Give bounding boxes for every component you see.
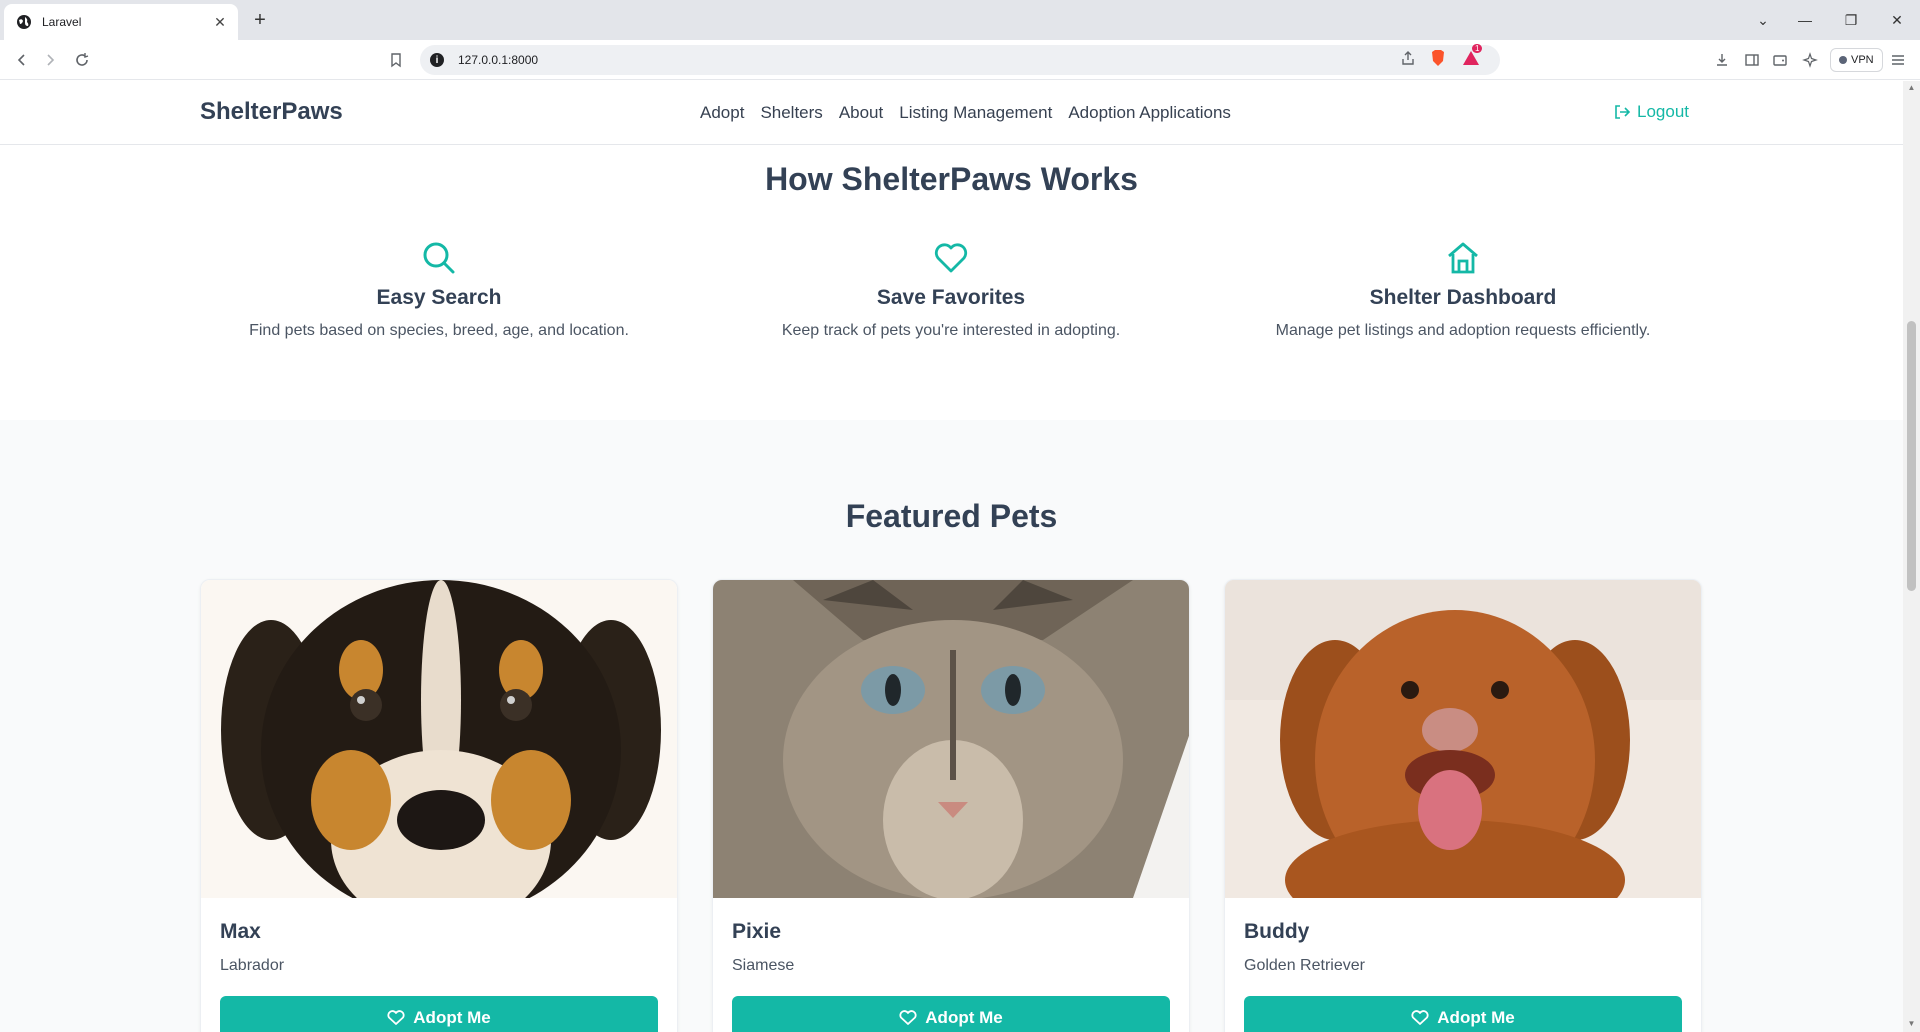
browser-toolbar: i 127.0.0.1:8000 1 VPN bbox=[0, 40, 1920, 80]
logout-icon bbox=[1615, 105, 1631, 119]
reload-icon[interactable] bbox=[70, 48, 94, 72]
adopt-me-label: Adopt Me bbox=[413, 1008, 491, 1027]
pet-breed: Labrador bbox=[220, 957, 285, 974]
logout-button[interactable]: Logout bbox=[1613, 102, 1689, 122]
back-icon[interactable] bbox=[10, 48, 34, 72]
nav-link-about[interactable]: About bbox=[839, 103, 883, 123]
pet-name: Buddy bbox=[1244, 920, 1310, 943]
leo-ai-icon[interactable] bbox=[1798, 48, 1822, 72]
heart-icon bbox=[899, 1010, 917, 1025]
feature-title: Save Favorites bbox=[876, 286, 1026, 309]
home-icon bbox=[1448, 242, 1478, 274]
nav-link-listing-management[interactable]: Listing Management bbox=[899, 103, 1052, 123]
site-navbar: ShelterPaws Adopt Shelters About Listing… bbox=[0, 81, 1903, 145]
vpn-label: VPN bbox=[1851, 54, 1874, 66]
nav-link-adopt[interactable]: Adopt bbox=[700, 103, 744, 123]
heart-icon bbox=[934, 243, 968, 273]
featured-pets-title: Featured Pets bbox=[845, 498, 1058, 534]
how-it-works-title: How ShelterPaws Works bbox=[765, 161, 1138, 197]
feature-title: Easy Search bbox=[376, 286, 502, 309]
tab-close-icon[interactable]: ✕ bbox=[212, 14, 228, 30]
url-text: 127.0.0.1:8000 bbox=[458, 53, 539, 67]
scrollbar-thumb[interactable] bbox=[1907, 321, 1916, 591]
globe-icon bbox=[17, 15, 31, 29]
tab-search-chevron-icon[interactable]: ⌄ bbox=[1740, 0, 1786, 40]
feature-shelter-dashboard: Shelter Dashboard Manage pet listings an… bbox=[1208, 239, 1718, 340]
vpn-status-icon bbox=[1839, 56, 1847, 64]
bookmark-icon[interactable] bbox=[384, 48, 408, 72]
featured-pets-section: Featured Pets Max Labrador Adopt Me Pixi… bbox=[0, 420, 1903, 1032]
pet-photo-buddy[interactable] bbox=[1225, 580, 1701, 898]
feature-title: Shelter Dashboard bbox=[1369, 286, 1557, 309]
pet-name: Max bbox=[220, 920, 261, 943]
page-viewport: ShelterPaws Adopt Shelters About Listing… bbox=[0, 81, 1903, 1032]
download-icon[interactable] bbox=[1710, 48, 1734, 72]
new-tab-button[interactable]: + bbox=[248, 8, 272, 32]
vpn-button[interactable]: VPN bbox=[1830, 48, 1883, 72]
menu-icon[interactable] bbox=[1886, 48, 1910, 72]
forward-icon[interactable] bbox=[38, 48, 62, 72]
adopt-me-button[interactable]: Adopt Me bbox=[220, 996, 658, 1032]
feature-description: Find pets based on species, breed, age, … bbox=[249, 322, 629, 339]
feature-easy-search: Easy Search Find pets based on species, … bbox=[184, 239, 694, 340]
pet-card[interactable]: Pixie Siamese Adopt Me bbox=[712, 579, 1190, 1032]
adopt-me-button[interactable]: Adopt Me bbox=[1244, 996, 1682, 1032]
pet-card[interactable]: Max Labrador Adopt Me bbox=[200, 579, 678, 1032]
nav-link-adoption-applications[interactable]: Adoption Applications bbox=[1068, 103, 1231, 123]
heart-icon bbox=[387, 1010, 405, 1025]
page-scrollbar[interactable]: ▲ ▼ bbox=[1903, 81, 1920, 1032]
adopt-me-label: Adopt Me bbox=[1437, 1008, 1515, 1027]
pet-breed: Siamese bbox=[732, 957, 795, 974]
adopt-me-label: Adopt Me bbox=[925, 1008, 1003, 1027]
browser-tab[interactable]: Laravel ✕ bbox=[4, 4, 238, 40]
logout-label: Logout bbox=[1637, 102, 1689, 121]
nav-links: Adopt Shelters About Listing Management … bbox=[700, 103, 1231, 123]
nav-link-shelters[interactable]: Shelters bbox=[760, 103, 822, 123]
minimize-button[interactable]: — bbox=[1782, 0, 1828, 40]
pet-breed: Golden Retriever bbox=[1244, 957, 1365, 974]
feature-description: Keep track of pets you're interested in … bbox=[781, 322, 1121, 339]
feature-description: Manage pet listings and adoption request… bbox=[1275, 322, 1651, 339]
address-bar[interactable]: i 127.0.0.1:8000 1 bbox=[420, 43, 1500, 75]
pet-card[interactable]: Buddy Golden Retriever Adopt Me bbox=[1224, 579, 1702, 1032]
site-info-icon[interactable]: i bbox=[430, 53, 444, 67]
brave-rewards-icon[interactable]: 1 bbox=[1462, 43, 1483, 71]
browser-tab-bar: Laravel ✕ + ⌄ — ❐ ✕ bbox=[0, 0, 1920, 40]
scroll-up-arrow-icon[interactable]: ▲ bbox=[1907, 83, 1916, 92]
brave-shield-icon[interactable] bbox=[1430, 49, 1446, 72]
wallet-icon[interactable] bbox=[1768, 48, 1792, 72]
brand-logo[interactable]: ShelterPaws bbox=[200, 98, 343, 126]
close-window-button[interactable]: ✕ bbox=[1874, 0, 1920, 40]
sidebar-icon[interactable] bbox=[1740, 48, 1764, 72]
tab-title: Laravel bbox=[42, 15, 82, 29]
scroll-down-arrow-icon[interactable]: ▼ bbox=[1907, 1019, 1916, 1028]
rewards-badge: 1 bbox=[1472, 43, 1483, 53]
heart-icon bbox=[1411, 1010, 1429, 1025]
pet-photo-max[interactable] bbox=[201, 580, 677, 898]
feature-save-favorites: Save Favorites Keep track of pets you're… bbox=[696, 239, 1206, 340]
pet-photo-pixie[interactable] bbox=[713, 580, 1189, 898]
pet-name: Pixie bbox=[732, 920, 782, 943]
restore-button[interactable]: ❐ bbox=[1828, 0, 1874, 40]
adopt-me-button[interactable]: Adopt Me bbox=[732, 996, 1170, 1032]
share-icon[interactable] bbox=[1400, 50, 1416, 71]
search-icon bbox=[423, 242, 455, 274]
